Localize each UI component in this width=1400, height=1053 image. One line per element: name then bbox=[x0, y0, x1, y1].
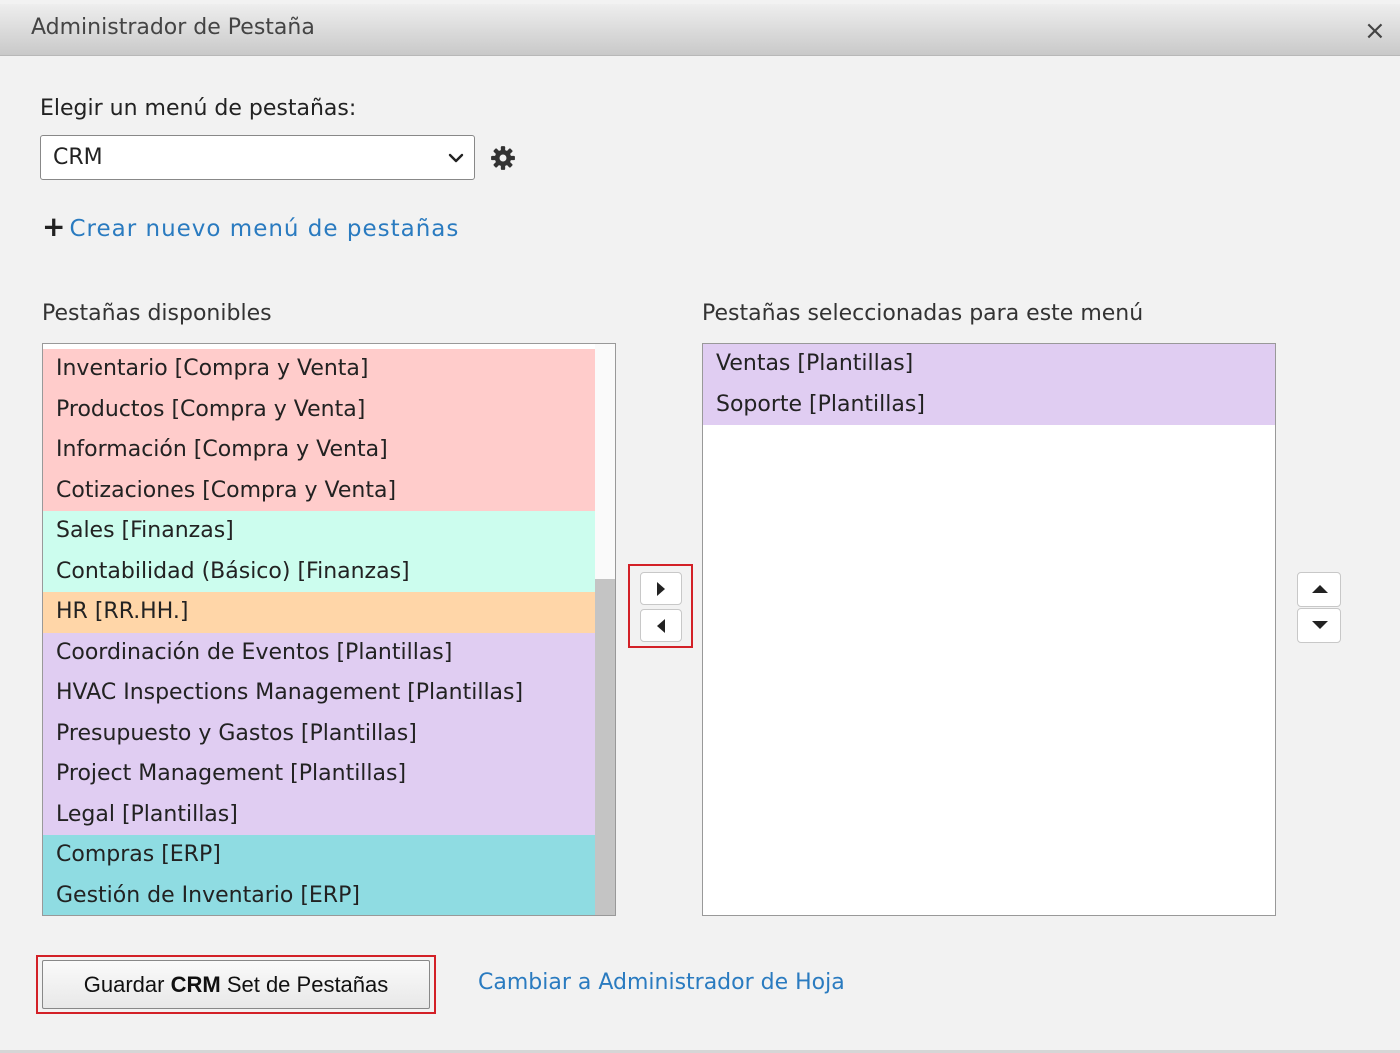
move-buttons-group bbox=[628, 564, 693, 648]
tab-list-item[interactable]: Legal [Plantillas] bbox=[43, 794, 595, 835]
tab-list-item[interactable]: HVAC Inspections Management [Plantillas] bbox=[43, 673, 595, 714]
remove-tab-button[interactable] bbox=[640, 609, 682, 642]
tab-list-item[interactable]: Cotizaciones [Compra y Venta] bbox=[43, 470, 595, 511]
switch-to-sheet-manager-link[interactable]: Cambiar a Administrador de Hoja bbox=[478, 970, 845, 995]
tab-list-item[interactable]: Sales [Finanzas] bbox=[43, 511, 595, 552]
chevron-down-icon bbox=[448, 153, 464, 163]
plus-icon: + bbox=[42, 210, 66, 243]
gear-icon[interactable] bbox=[490, 145, 516, 171]
tab-list-item[interactable]: Información [Compra y Venta] bbox=[43, 430, 595, 471]
selected-tabs-list[interactable]: Ventas [Plantillas] Soporte [Plantillas] bbox=[702, 343, 1276, 916]
save-button-highlight: Guardar CRM Set de Pestañas bbox=[36, 955, 436, 1014]
tab-list-item[interactable]: Contabilidad (Básico) [Finanzas] bbox=[43, 551, 595, 592]
create-tab-menu-link[interactable]: + Crear nuevo menú de pestañas bbox=[42, 210, 459, 243]
tab-list-item[interactable]: Soporte [Plantillas] bbox=[703, 384, 1275, 425]
caret-left-icon bbox=[657, 619, 665, 633]
save-suffix: Set de Pestañas bbox=[226, 972, 389, 997]
menu-select-value: CRM bbox=[53, 145, 103, 170]
tab-list-item[interactable]: Inventario [Compra y Venta] bbox=[43, 349, 595, 390]
tab-list-item[interactable]: Coordinación de Eventos [Plantillas] bbox=[43, 632, 595, 673]
available-tabs-list[interactable]: Inventario [Compra y Venta] Productos [Co… bbox=[42, 343, 616, 916]
save-prefix: Guardar bbox=[83, 972, 165, 997]
save-tab-set-button[interactable]: Guardar CRM Set de Pestañas bbox=[42, 960, 430, 1009]
dialog-titlebar: Administrador de Pestaña × bbox=[0, 4, 1400, 56]
caret-down-icon bbox=[1312, 621, 1328, 629]
tab-list-item[interactable]: Compras [ERP] bbox=[43, 835, 595, 876]
menu-select[interactable]: CRM bbox=[40, 135, 475, 180]
selected-tabs-items: Ventas [Plantillas] Soporte [Plantillas] bbox=[703, 344, 1275, 425]
menu-select-label: Elegir un menú de pestañas: bbox=[40, 96, 357, 121]
tab-list-item[interactable]: HR [RR.HH.] bbox=[43, 592, 595, 633]
move-down-button[interactable] bbox=[1297, 608, 1341, 643]
save-menu-name: CRM bbox=[170, 972, 221, 997]
tab-list-item[interactable]: Presupuesto y Gastos [Plantillas] bbox=[43, 713, 595, 754]
scrollbar-thumb[interactable] bbox=[595, 579, 615, 915]
selected-tabs-label: Pestañas seleccionadas para este menú bbox=[702, 301, 1144, 326]
tab-list-item[interactable]: Productos [Compra y Venta] bbox=[43, 389, 595, 430]
available-tabs-items: Inventario [Compra y Venta] Productos [Co… bbox=[43, 349, 595, 915]
add-tab-button[interactable] bbox=[640, 572, 682, 605]
dialog-title: Administrador de Pestaña bbox=[31, 15, 315, 40]
close-icon[interactable]: × bbox=[1364, 18, 1386, 44]
move-up-button[interactable] bbox=[1297, 572, 1341, 607]
tab-list-item[interactable]: Project Management [Plantillas] bbox=[43, 754, 595, 795]
tab-list-item[interactable]: Ventas [Plantillas] bbox=[703, 344, 1275, 385]
caret-up-icon bbox=[1312, 585, 1328, 593]
available-tabs-label: Pestañas disponibles bbox=[42, 301, 272, 326]
create-tab-menu-label: Crear nuevo menú de pestañas bbox=[69, 216, 460, 242]
tab-list-item[interactable]: Gestión de Inventario [ERP] bbox=[43, 875, 595, 915]
caret-right-icon bbox=[657, 582, 665, 596]
